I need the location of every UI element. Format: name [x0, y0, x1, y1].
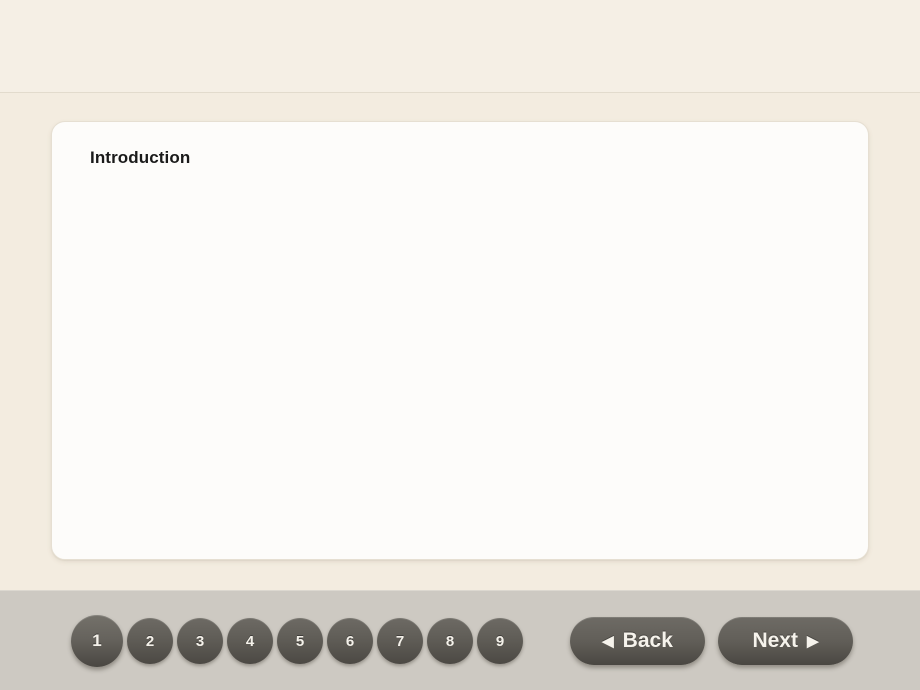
main-content-area: Introduction: [0, 93, 920, 590]
page-button-2[interactable]: 2: [127, 618, 173, 664]
page-button-label: 7: [395, 632, 405, 650]
page-button-label: 3: [195, 632, 205, 650]
page-button-5[interactable]: 5: [277, 618, 323, 664]
page-button-4[interactable]: 4: [227, 618, 273, 664]
triangle-left-icon: ◀: [602, 632, 614, 650]
back-button-label: Back: [622, 629, 673, 652]
navigation-buttons: ◀ Back Next ▶: [570, 591, 853, 690]
slide-viewer-app: Introduction 1 2 3 4 5 6 7 8 9 ◀ Back Ne…: [0, 0, 920, 690]
header-inner: [0, 0, 920, 92]
next-button-label: Next: [752, 629, 798, 652]
page-button-label: 5: [295, 632, 305, 650]
page-button-9[interactable]: 9: [477, 618, 523, 664]
page-button-label: 1: [92, 631, 102, 650]
header-bar: [0, 0, 920, 93]
slide-panel: Introduction: [51, 121, 869, 560]
page-button-label: 2: [145, 632, 155, 650]
page-button-7[interactable]: 7: [377, 618, 423, 664]
page-button-label: 6: [345, 632, 355, 650]
page-button-3[interactable]: 3: [177, 618, 223, 664]
triangle-right-icon: ▶: [806, 632, 819, 650]
page-button-1[interactable]: 1: [71, 615, 123, 667]
page-button-label: 4: [245, 632, 255, 650]
page-button-6[interactable]: 6: [327, 618, 373, 664]
footer-bar: 1 2 3 4 5 6 7 8 9 ◀ Back Next ▶: [0, 590, 920, 690]
back-button[interactable]: ◀ Back: [570, 617, 705, 665]
slide-title: Introduction: [90, 148, 191, 167]
page-button-label: 9: [495, 632, 505, 650]
page-button-8[interactable]: 8: [427, 618, 473, 664]
next-button[interactable]: Next ▶: [718, 617, 853, 665]
page-button-label: 8: [445, 632, 455, 650]
page-number-list: 1 2 3 4 5 6 7 8 9: [71, 591, 523, 690]
